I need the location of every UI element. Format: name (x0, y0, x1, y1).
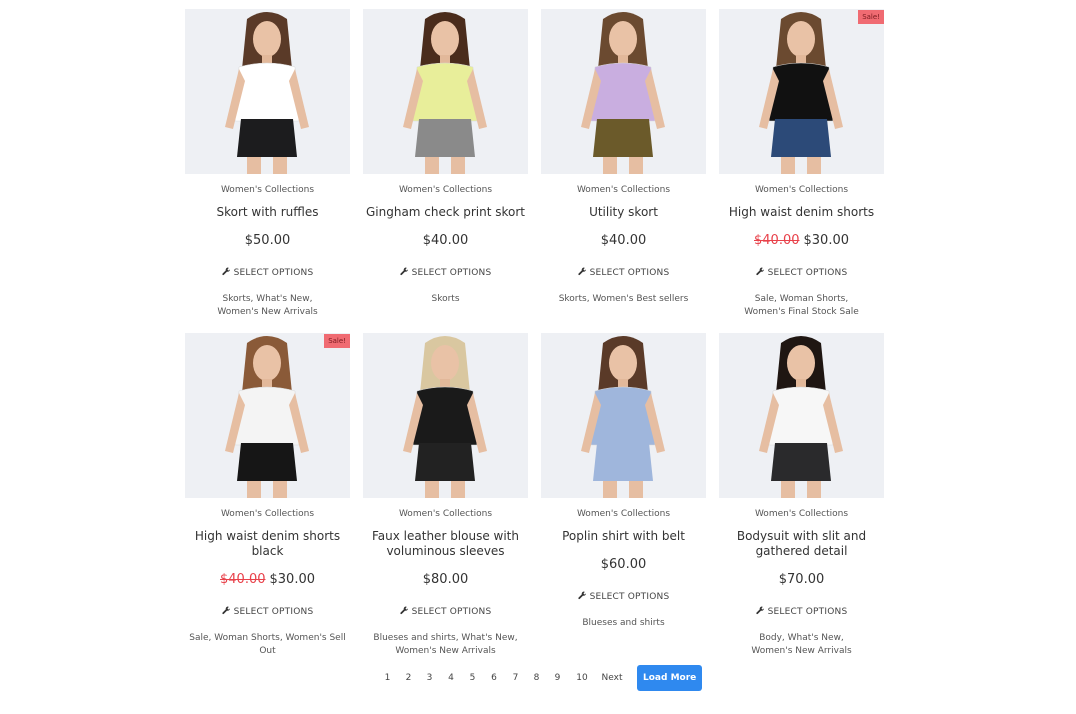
select-options-button[interactable]: SELECT OPTIONS (577, 591, 670, 604)
product-title[interactable]: Utility skort (541, 205, 706, 220)
wrench-icon (755, 606, 765, 619)
wrench-icon (221, 606, 231, 619)
select-options-button[interactable]: SELECT OPTIONS (577, 267, 670, 280)
product-card[interactable]: Sale! Women's Collections High waist denim… (719, 9, 884, 333)
product-card[interactable]: Women's Collections Bodysuit with slit an… (719, 333, 884, 658)
select-options-button[interactable]: SELECT OPTIONS (221, 267, 314, 280)
product-category-link[interactable]: Women's Collections (719, 509, 884, 520)
select-options-label: SELECT OPTIONS (767, 268, 848, 278)
product-title[interactable]: Faux leather blouse with voluminous slee… (363, 529, 528, 559)
product-title[interactable]: High waist denim shorts black (185, 529, 350, 559)
old-price: $40.00 (220, 572, 266, 587)
product-image[interactable] (719, 333, 884, 498)
product-category-link[interactable]: Women's Collections (185, 185, 350, 196)
wrench-icon (399, 267, 409, 280)
current-price: $80.00 (422, 572, 469, 587)
product-card[interactable]: Women's Collections Utility skort $40.00 SE… (541, 9, 706, 333)
pagination: 1 2 3 4 5 6 7 8 9 10 Next Load More (377, 665, 703, 691)
product-image[interactable] (363, 9, 528, 174)
product-card[interactable]: Women's Collections Skort with ruffles $50… (185, 9, 350, 333)
product-tags[interactable]: Skorts, Women's Best sellers (541, 293, 706, 306)
select-options-label: SELECT OPTIONS (411, 268, 492, 278)
product-card[interactable]: Sale! Women's Collections High waist denim… (185, 333, 350, 658)
product-category-link[interactable]: Women's Collections (719, 185, 884, 196)
current-price: $30.00 (803, 233, 850, 248)
page-link-9[interactable]: 9 (547, 673, 568, 683)
current-price: $60.00 (600, 557, 647, 572)
load-more-button[interactable]: Load More (637, 665, 703, 691)
select-options-label: SELECT OPTIONS (589, 592, 670, 602)
current-price: $40.00 (600, 233, 647, 248)
select-options-button[interactable]: SELECT OPTIONS (755, 267, 848, 280)
page-link-8[interactable]: 8 (526, 673, 547, 683)
page-link-3[interactable]: 3 (419, 673, 440, 683)
product-title[interactable]: Poplin shirt with belt (541, 529, 706, 544)
product-card[interactable]: Women's Collections Faux leather blouse w… (363, 333, 528, 658)
wrench-icon (577, 591, 587, 604)
current-price: $50.00 (244, 233, 291, 248)
select-options-label: SELECT OPTIONS (411, 607, 492, 617)
sale-badge: Sale! (858, 10, 884, 24)
select-options-button[interactable]: SELECT OPTIONS (755, 606, 848, 619)
select-options-label: SELECT OPTIONS (233, 268, 314, 278)
page-link-5[interactable]: 5 (462, 673, 483, 683)
product-category-link[interactable]: Women's Collections (363, 185, 528, 196)
select-options-button[interactable]: SELECT OPTIONS (221, 606, 314, 619)
product-tags[interactable]: Blueses and shirts (541, 617, 706, 630)
product-tags[interactable]: Sale, Woman Shorts, Women's Sell Out (185, 632, 350, 658)
product-price: $40.00 $30.00 (185, 572, 350, 588)
product-price: $40.00 $30.00 (719, 233, 884, 249)
current-price: $70.00 (778, 572, 825, 587)
product-title[interactable]: Bodysuit with slit and gathered detail (719, 529, 884, 559)
wrench-icon (221, 267, 231, 280)
product-category-link[interactable]: Women's Collections (541, 185, 706, 196)
product-image[interactable] (541, 9, 706, 174)
product-image[interactable] (185, 9, 350, 174)
page-link-4[interactable]: 4 (440, 673, 462, 683)
product-price: $70.00 (719, 572, 884, 588)
select-options-label: SELECT OPTIONS (589, 268, 670, 278)
select-options-label: SELECT OPTIONS (767, 607, 848, 617)
product-price: $40.00 (363, 233, 528, 249)
product-card[interactable]: Women's Collections Gingham check print s… (363, 9, 528, 333)
page-link-7[interactable]: 7 (505, 673, 526, 683)
product-image[interactable] (363, 333, 528, 498)
page-link-2[interactable]: 2 (398, 673, 419, 683)
wrench-icon (399, 606, 409, 619)
product-title[interactable]: Gingham check print skort (363, 205, 528, 220)
old-price: $40.00 (754, 233, 800, 248)
product-category-link[interactable]: Women's Collections (185, 509, 350, 520)
product-tags[interactable]: Body, What's New, Women's New Arrivals (719, 632, 884, 658)
current-price: $30.00 (269, 572, 316, 587)
product-price: $80.00 (363, 572, 528, 588)
product-card[interactable]: Women's Collections Poplin shirt with bel… (541, 333, 706, 655)
product-tags[interactable]: Sale, Woman Shorts, Women's Final Stock … (719, 293, 884, 319)
page-link-6[interactable]: 6 (483, 673, 505, 683)
wrench-icon (577, 267, 587, 280)
product-price: $60.00 (541, 557, 706, 573)
product-image[interactable]: Sale! (185, 333, 350, 498)
product-title[interactable]: Skort with ruffles (185, 205, 350, 220)
product-category-link[interactable]: Women's Collections (363, 509, 528, 520)
select-options-button[interactable]: SELECT OPTIONS (399, 267, 492, 280)
page-link-1[interactable]: 1 (377, 673, 398, 683)
product-tags[interactable]: Blueses and shirts, What's New, Women's … (363, 632, 528, 658)
product-image[interactable]: Sale! (719, 9, 884, 174)
product-category-link[interactable]: Women's Collections (541, 509, 706, 520)
product-price: $50.00 (185, 233, 350, 249)
next-page-link[interactable]: Next (596, 673, 628, 683)
select-options-label: SELECT OPTIONS (233, 607, 314, 617)
select-options-button[interactable]: SELECT OPTIONS (399, 606, 492, 619)
wrench-icon (755, 267, 765, 280)
product-image[interactable] (541, 333, 706, 498)
page-link-10[interactable]: 10 (568, 673, 596, 683)
product-tags[interactable]: Skorts, What's New, Women's New Arrivals (185, 293, 350, 319)
product-tags[interactable]: Skorts (363, 293, 528, 306)
product-price: $40.00 (541, 233, 706, 249)
sale-badge: Sale! (324, 334, 350, 348)
product-grid: Women's Collections Skort with ruffles $50… (185, 9, 885, 658)
current-price: $40.00 (422, 233, 469, 248)
product-title[interactable]: High waist denim shorts (719, 205, 884, 220)
